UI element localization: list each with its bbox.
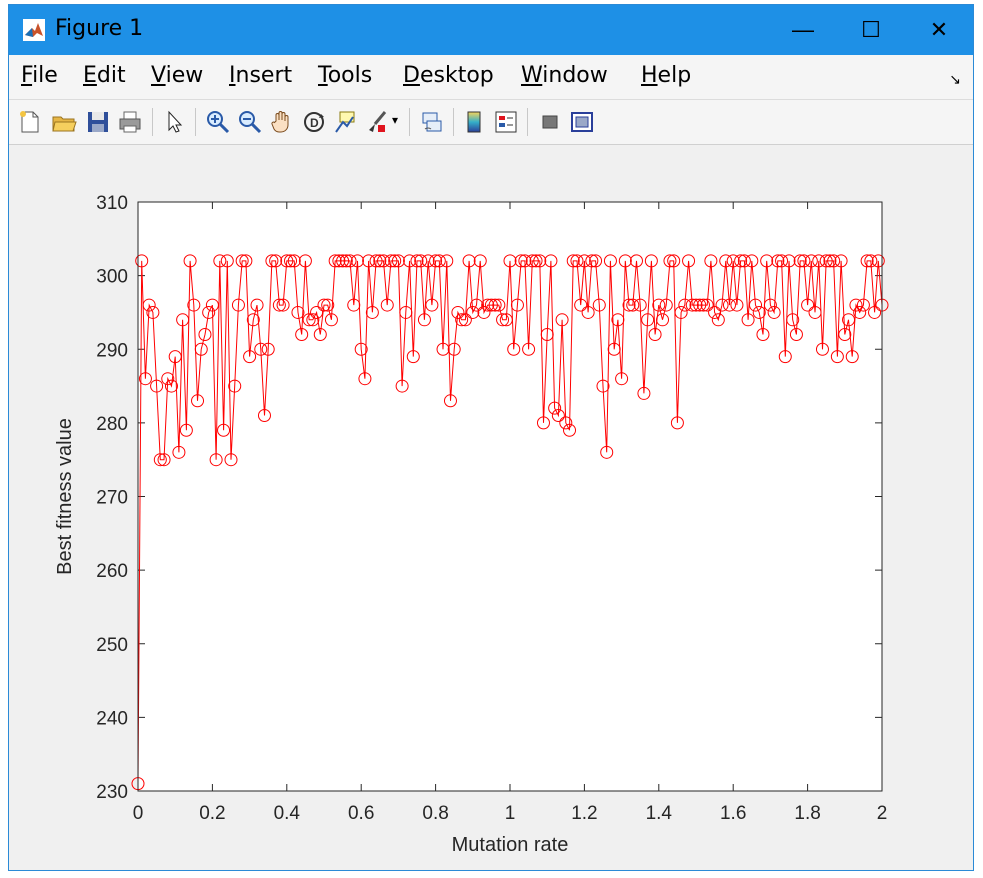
rotate-3d-icon[interactable]: D [301,109,327,135]
close-icon: ✕ [929,17,949,42]
dock-arrow-icon[interactable]: ↘ [949,71,961,88]
pointer-icon[interactable] [161,109,187,135]
menu-file[interactable]: File [21,63,58,88]
maximize-icon: ☐ [861,17,881,42]
menu-window[interactable]: Window [521,63,608,88]
y-tick-label: 300 [96,267,128,288]
pan-icon[interactable] [269,109,295,135]
y-tick-label: 290 [96,340,128,361]
maximize-button[interactable]: ☐ [837,5,905,55]
menu-view[interactable]: View [151,63,203,88]
zoom-out-icon[interactable] [237,109,263,135]
y-tick-label: 280 [96,414,128,435]
x-tick-label: 0.6 [348,803,374,824]
brush-icon[interactable] [365,109,391,135]
title-bar[interactable]: Figure 1 — ☐ ✕ [9,5,973,55]
axes-background[interactable] [138,202,882,791]
close-button[interactable]: ✕ [905,5,973,55]
menu-help[interactable]: Help [641,63,691,88]
window-title: Figure 1 [55,16,144,41]
x-tick-label: 0 [133,803,144,824]
y-tick-label: 270 [96,488,128,509]
plot-svg[interactable]: 0 0.2 0.4 0.6 0.8 1 1.2 1.4 1.6 1.8 2 230 240 250 260… [9,145,973,870]
legend-icon[interactable] [493,109,519,135]
zoom-in-icon[interactable] [205,109,231,135]
save-icon[interactable] [85,109,111,135]
x-tick-label: 0.8 [422,803,448,824]
x-tick-label: 1.4 [646,803,673,824]
x-tick-labels: 0 0.2 0.4 0.6 0.8 1 1.2 1.4 1.6 1.8 2 [133,803,888,824]
minimize-button[interactable]: — [769,5,837,55]
x-tick-label: 1 [505,803,516,824]
y-tick-label: 240 [96,708,128,729]
print-icon[interactable] [117,109,143,135]
x-tick-label: 0.4 [274,803,301,824]
y-tick-label: 250 [96,635,128,656]
menu-bar: File Edit View Insert Tools Desktop Wind… [9,55,973,100]
link-plot-icon[interactable] [419,109,445,135]
figure-window: Figure 1 — ☐ ✕ File Edit View Insert Too… [8,4,974,871]
dropdown-arrow-icon[interactable]: ▾ [392,113,402,139]
data-cursor-icon[interactable] [333,109,359,135]
menu-edit[interactable]: Edit [83,63,126,88]
colorbar-icon[interactable] [461,109,487,135]
y-tick-label: 230 [96,782,128,803]
svg-text:D: D [310,116,319,130]
x-tick-label: 1.6 [720,803,746,824]
x-tick-label: 1.2 [571,803,597,824]
y-tick-label: 310 [96,193,128,214]
matlab-logo-icon [23,19,45,41]
figure-canvas[interactable]: 0 0.2 0.4 0.6 0.8 1 1.2 1.4 1.6 1.8 2 230 240 250 260… [9,145,973,870]
new-figure-icon[interactable] [17,109,43,135]
x-axis-label: Mutation rate [452,834,569,856]
menu-desktop[interactable]: Desktop [403,63,494,88]
y-tick-labels: 230 240 250 260 270 280 290 300 310 [96,193,128,803]
x-tick-label: 2 [877,803,888,824]
hide-plot-tools-icon[interactable] [537,109,563,135]
y-tick-label: 260 [96,561,128,582]
menu-tools[interactable]: Tools [318,63,372,88]
open-file-icon[interactable] [51,109,77,135]
x-tick-label: 0.2 [199,803,225,824]
show-plot-tools-icon[interactable] [569,109,595,135]
toolbar: D ▾ [9,100,973,145]
menu-insert[interactable]: Insert [229,63,292,88]
x-tick-label: 1.8 [794,803,820,824]
y-axis-label: Best fitness value [54,418,76,575]
minimize-icon: — [792,17,814,42]
